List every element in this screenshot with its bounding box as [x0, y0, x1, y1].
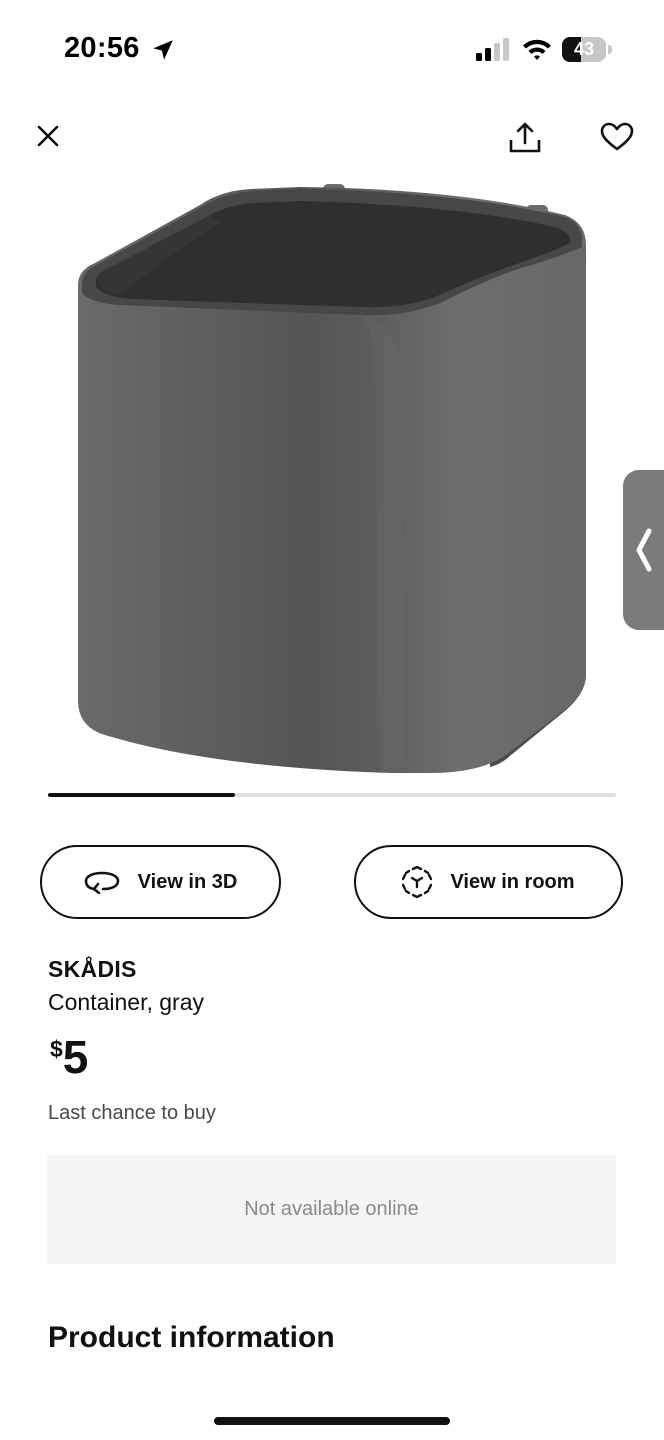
product-image[interactable]	[60, 175, 605, 785]
product-name: SKÅDIS	[48, 956, 137, 982]
close-button[interactable]	[30, 118, 66, 154]
view-in-3d-button[interactable]: View in 3D	[40, 845, 281, 919]
status-bar: 20:56 43	[0, 0, 664, 100]
home-indicator[interactable]	[214, 1417, 450, 1425]
side-panel-tab[interactable]	[623, 470, 664, 630]
view-in-room-label: View in room	[450, 870, 575, 893]
price-value: 5	[62, 1031, 89, 1083]
battery-icon: 43	[562, 37, 612, 63]
wifi-icon	[523, 39, 551, 60]
price-currency: $	[50, 1036, 63, 1062]
share-button[interactable]	[504, 116, 546, 158]
gallery-progress-bar	[48, 793, 616, 797]
last-chance-notice: Last chance to buy	[48, 1102, 216, 1124]
gallery-progress-indicator	[48, 793, 236, 797]
view-in-3d-label: View in 3D	[137, 870, 238, 893]
favorite-button[interactable]	[596, 116, 638, 158]
product-price: $ 5	[50, 1032, 88, 1082]
status-time: 20:56	[64, 32, 140, 64]
product-information-heading[interactable]: Product information	[48, 1321, 335, 1355]
battery-level: 43	[573, 39, 595, 59]
cellular-signal-icon	[476, 38, 509, 61]
augmented-reality-icon	[402, 866, 433, 898]
availability-box: Not available online	[47, 1155, 616, 1264]
close-icon	[37, 125, 59, 147]
chevron-left-icon	[636, 528, 651, 572]
rotate-3d-icon	[84, 871, 119, 894]
view-in-room-button[interactable]: View in room	[354, 845, 623, 919]
location-arrow-icon	[153, 40, 173, 60]
product-description: Container, gray	[48, 989, 204, 1015]
availability-text: Not available online	[244, 1198, 419, 1220]
heart-icon	[600, 122, 634, 151]
share-icon	[509, 122, 541, 153]
